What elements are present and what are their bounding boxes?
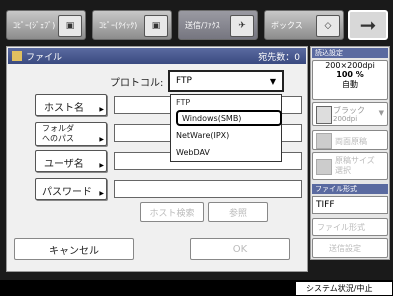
option-windows-smb[interactable]: Windows(SMB) (176, 110, 282, 126)
size-label: 原稿サイズ 選択 (335, 156, 375, 175)
next-arrow-button[interactable]: ➞ (348, 10, 388, 40)
box-icon: ◇ (316, 15, 340, 37)
color-mode-icon (316, 106, 332, 124)
copy-icon: ▣ (58, 15, 82, 37)
field-label: フォルダ へのパス (42, 124, 74, 143)
field-label: ホスト名 (44, 103, 84, 114)
send-settings-label: 送信設定 (329, 243, 361, 253)
copy-icon: ▣ (144, 15, 168, 37)
destination-count: 宛先数：0 (258, 52, 300, 63)
resolution-button[interactable]: 200×200dpi 100 % 自動 (312, 60, 388, 100)
ok-label: OK (232, 243, 248, 255)
host-name-button[interactable]: ホスト名 ▶ (35, 94, 107, 116)
file-icon (12, 51, 22, 61)
option-netware-ipx[interactable]: NetWare(IPX) (172, 128, 280, 142)
dropdown-arrow-icon: ▼ (378, 109, 384, 117)
scale: 100 % (336, 70, 364, 79)
status-label: システム状況/中止 (306, 284, 373, 293)
ok-button[interactable]: OK (190, 238, 290, 260)
send-settings-button[interactable]: 送信設定 (312, 238, 388, 258)
host-search-button[interactable]: ホスト検索 (140, 202, 204, 222)
arrow-icon: ▶ (99, 106, 104, 113)
file-format-value: TIFF (312, 196, 388, 214)
mode: 自動 (342, 80, 358, 89)
cancel-label: キャンセル (49, 245, 99, 257)
field-label: ユーザ名 (44, 159, 84, 170)
tab-copy-quick[interactable]: ｺﾋﾟｰ(ｸｲｯｸ) ▣ (92, 10, 172, 40)
browse-button[interactable]: 参照 (208, 202, 268, 222)
system-status-button[interactable]: システム状況/中止 (296, 282, 392, 295)
duplex-icon (316, 133, 332, 149)
field-label: パスワード (42, 187, 92, 198)
password-field[interactable] (114, 180, 302, 198)
password-button[interactable]: パスワード ▶ (35, 178, 107, 200)
arrow-icon: ▶ (99, 136, 104, 143)
option-ftp[interactable]: FTP (172, 96, 280, 108)
color-sub: 200dpi (333, 115, 358, 123)
arrow-right-icon: ➞ (359, 13, 377, 37)
tab-send-fax[interactable]: 送信/ﾌｧｸｽ ✈ (178, 10, 258, 40)
arrow-icon: ▶ (99, 190, 104, 197)
dropdown-arrow-icon: ▼ (269, 77, 276, 86)
duplex-label: 両面原稿 (335, 137, 367, 146)
folder-path-button[interactable]: フォルダ へのパス ▶ (35, 122, 107, 146)
file-format-btn-label: ファイル形式 (317, 222, 365, 232)
original-size-button[interactable]: 原稿サイズ 選択 (312, 152, 388, 180)
protocol-selected: FTP (176, 76, 192, 86)
send-icon: ✈ (230, 15, 254, 37)
resolution: 200×200dpi (325, 61, 375, 70)
tab-box[interactable]: ボックス ◇ (264, 10, 344, 40)
color-mode-button[interactable]: ブラック 200dpi ▼ (312, 102, 388, 126)
tab-label: 送信/ﾌｧｸｽ (185, 20, 220, 30)
panel-title: ファイル (26, 52, 63, 63)
host-search-label: ホスト検索 (149, 208, 195, 219)
tab-copy-gen[interactable]: ｺﾋﾟｰ(ｼﾞｪﾌﾞ) ▣ (6, 10, 86, 40)
user-name-button[interactable]: ユーザ名 ▶ (35, 150, 107, 172)
file-format-header: ファイル形式 (312, 184, 388, 194)
file-format-button[interactable]: ファイル形式 (312, 218, 388, 236)
read-settings-header: 読込設定 (312, 48, 388, 58)
protocol-label: プロトコル: (110, 78, 164, 89)
browse-label: 参照 (228, 208, 247, 219)
option-webdav[interactable]: WebDAV (172, 145, 280, 159)
tab-label: ｺﾋﾟｰ(ｼﾞｪﾌﾞ) (13, 20, 56, 30)
cancel-button[interactable]: キャンセル (14, 238, 134, 260)
arrow-icon: ▶ (99, 162, 104, 169)
size-icon (316, 159, 332, 175)
panel-header: ファイル 宛先数：0 (8, 48, 306, 64)
duplex-button[interactable]: 両面原稿 (312, 130, 388, 150)
tab-label: ボックス (271, 20, 303, 30)
tab-label: ｺﾋﾟｰ(ｸｲｯｸ) (99, 20, 138, 30)
protocol-select[interactable]: FTP ▼ (168, 70, 284, 92)
